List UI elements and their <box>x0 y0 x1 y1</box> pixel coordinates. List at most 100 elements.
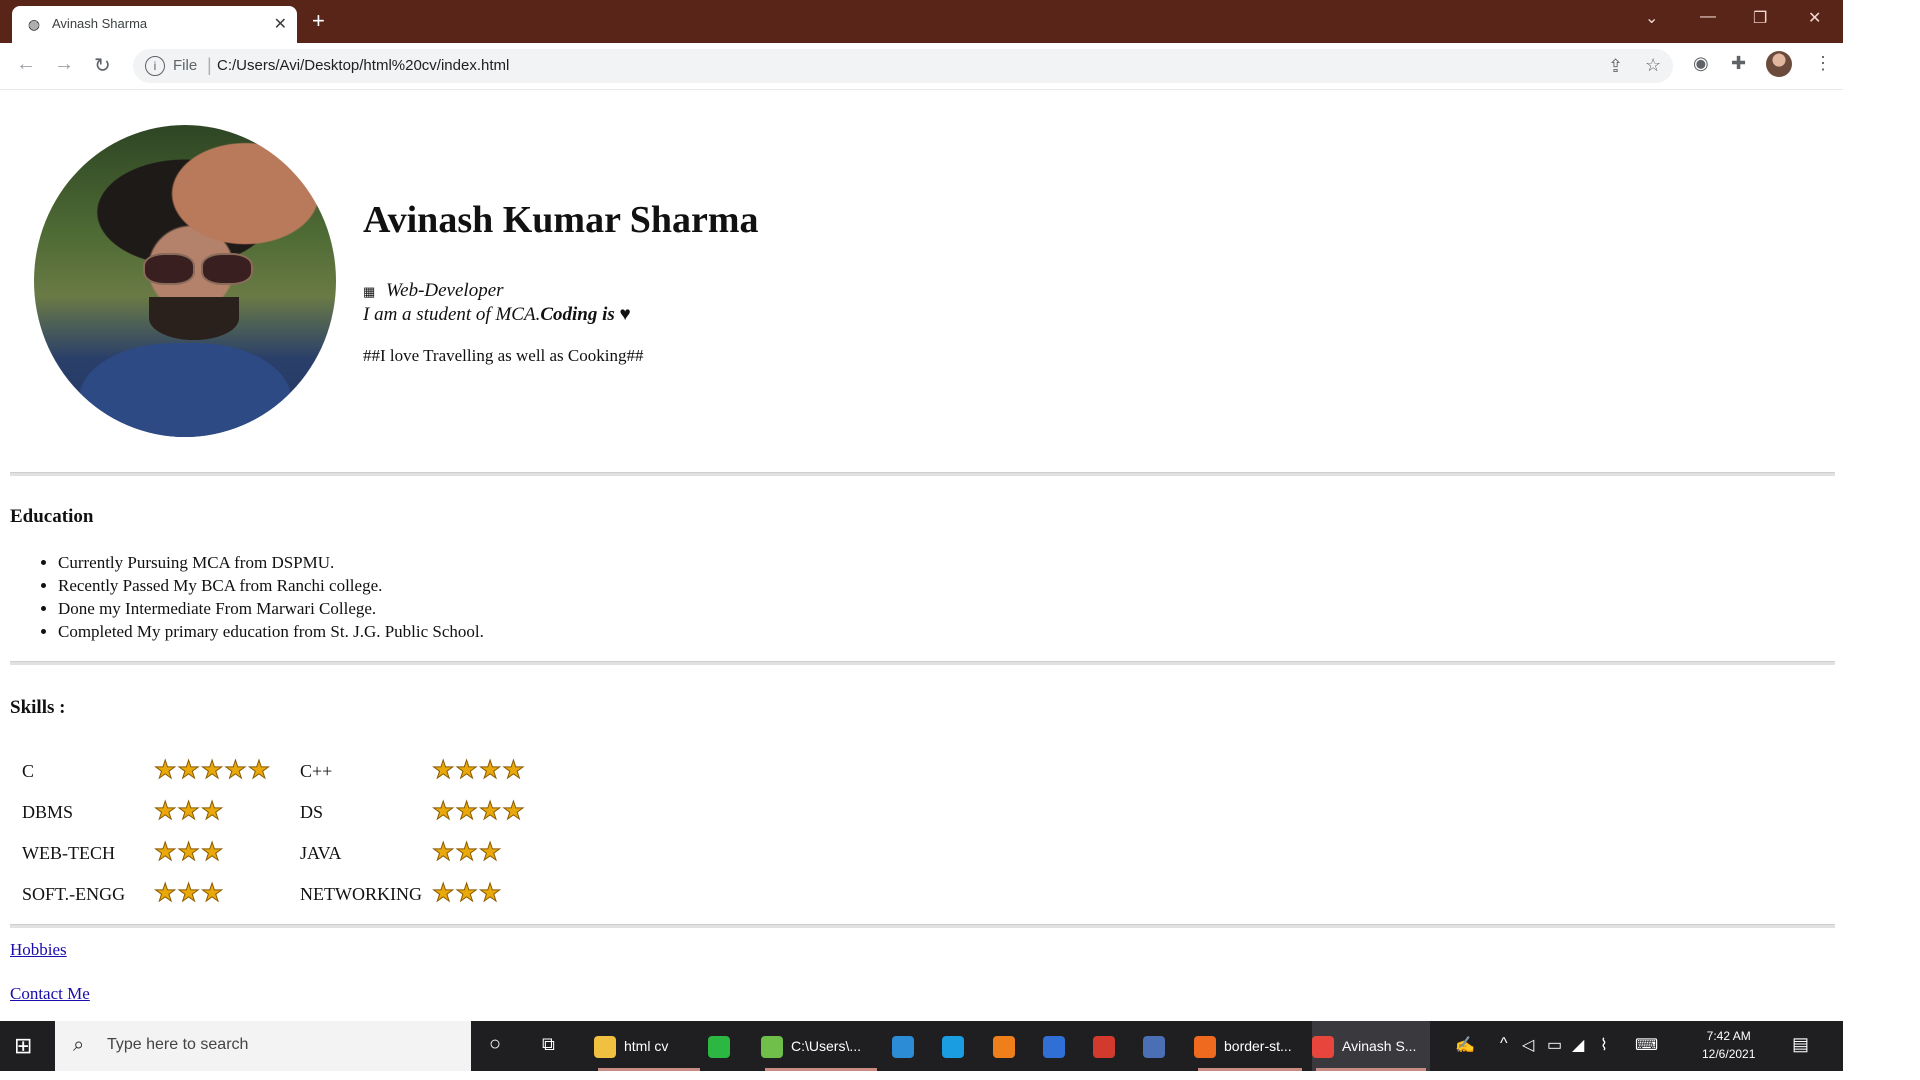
minimize-button[interactable]: — <box>1700 8 1716 26</box>
notification-icon[interactable]: ▤ <box>1792 1034 1809 1055</box>
url-separator: | <box>207 55 212 75</box>
hobbies-link[interactable]: Hobbies <box>10 940 67 960</box>
education-list: Currently Pursuing MCA from DSPMU. Recen… <box>38 551 484 643</box>
close-window-button[interactable]: ✕ <box>1808 8 1821 28</box>
star-icon[interactable]: ☆ <box>1645 55 1661 76</box>
forward-button[interactable]: → <box>54 53 74 76</box>
wifi-icon[interactable]: ⌇ <box>1600 1035 1608 1055</box>
chrome-icon <box>1312 1036 1334 1059</box>
taskbar-search[interactable]: ⌕ Type here to search <box>55 1021 471 1071</box>
task-view-icon[interactable]: ⧉ <box>542 1034 555 1055</box>
edge-icon <box>942 1036 964 1059</box>
back-button[interactable]: ← <box>16 53 36 76</box>
address-bar[interactable]: i File | C:/Users/Avi/Desktop/html%20cv/… <box>133 49 1673 83</box>
skill-name: SOFT.-ENGG <box>22 883 126 904</box>
skills-row: DBMS ★★★ DS ★★★★ <box>22 797 572 827</box>
new-tab-button[interactable]: + <box>312 8 325 34</box>
taskbar-app-vscode[interactable] <box>892 1021 932 1071</box>
pen-icon[interactable]: ✍ <box>1455 1035 1475 1055</box>
education-title: Education <box>10 506 94 527</box>
volume-icon[interactable]: ◁ <box>1522 1035 1534 1055</box>
app-icon <box>1093 1036 1115 1059</box>
skill-name: DBMS <box>22 801 74 822</box>
divider <box>10 924 1835 928</box>
network-icon[interactable]: ▭ <box>1547 1035 1562 1055</box>
restore-button[interactable]: ❐ <box>1753 8 1767 28</box>
skill-name: NETWORKING <box>300 883 422 904</box>
clock-time: 7:42 AM <box>1706 1029 1751 1043</box>
star-icon: ★ <box>478 798 502 825</box>
role-text: Web-Developer <box>386 280 504 301</box>
star-icon: ★ <box>455 880 478 907</box>
star-icon: ★ <box>177 839 200 866</box>
taskbar-app-folder[interactable]: html cv <box>594 1021 704 1071</box>
heart-icon: ♥ <box>619 304 631 325</box>
battery-icon[interactable]: ◢ <box>1572 1035 1584 1055</box>
close-tab-icon[interactable]: ✕ <box>274 14 287 34</box>
url-text[interactable]: C:/Users/Avi/Desktop/html%20cv/index.htm… <box>217 57 509 74</box>
list-item: Completed My primary education from St. … <box>58 620 484 643</box>
extension-icon[interactable]: ◉ <box>1693 53 1709 74</box>
study-prefix: I am a student of MCA. <box>363 304 541 325</box>
reload-button[interactable]: ↻ <box>94 53 111 78</box>
star-icon: ★ <box>153 880 177 907</box>
star-icon: ★ <box>431 757 455 784</box>
skill-rating: ★★★ <box>153 797 294 827</box>
star-icon: ★ <box>502 798 525 825</box>
taskbar-app-label: C:\Users\... <box>791 1038 862 1054</box>
info-icon[interactable]: i <box>145 56 165 76</box>
windows-start-icon[interactable]: ⊞ <box>14 1033 40 1059</box>
running-indicator <box>765 1068 877 1071</box>
browser-tab[interactable]: ◍ Avinash Sharma ✕ <box>12 6 297 43</box>
taskbar-app-sublime[interactable] <box>993 1021 1033 1071</box>
taskbar-app-monitor[interactable] <box>1143 1021 1183 1071</box>
skill-rating: ★★★ <box>431 879 572 909</box>
star-icon: ★ <box>177 757 200 784</box>
role-icon: ▦ <box>363 284 376 299</box>
running-indicator <box>1198 1068 1302 1071</box>
search-icon: ⌕ <box>73 1034 85 1056</box>
whatsapp-icon <box>708 1036 730 1059</box>
contact-link[interactable]: Contact Me <box>10 984 90 1004</box>
profile-avatar[interactable] <box>1766 51 1792 77</box>
puzzle-icon[interactable]: ✚ <box>1731 53 1746 74</box>
running-indicator <box>1316 1068 1426 1071</box>
tab-search-icon[interactable]: ⌄ <box>1645 8 1658 28</box>
menu-icon[interactable]: ⋮ <box>1814 53 1832 74</box>
taskbar-app-edge[interactable] <box>942 1021 982 1071</box>
star-icon: ★ <box>200 839 224 866</box>
taskbar-app-app[interactable] <box>1093 1021 1133 1071</box>
skill-rating: ★★★★ <box>431 756 572 786</box>
divider <box>10 472 1835 476</box>
system-clock[interactable]: 7:42 AM 12/6/2021 <box>1702 1027 1755 1063</box>
study-bold: Coding is <box>540 304 615 325</box>
taskbar-app-store[interactable] <box>1043 1021 1083 1071</box>
skill-name: WEB-TECH <box>22 842 115 863</box>
star-icon: ★ <box>200 757 224 784</box>
profile-study: I am a student of MCA.Coding is ♥ <box>363 304 631 326</box>
star-icon: ★ <box>200 880 224 907</box>
taskbar-app-whatsapp[interactable] <box>708 1021 748 1071</box>
taskbar-app-label: border-st... <box>1224 1038 1292 1054</box>
browser-toolbar: ← → ↻ i File | C:/Users/Avi/Desktop/html… <box>0 43 1843 90</box>
taskbar: ⊞ ⌕ Type here to search ○ ⧉ html cv C:\Us… <box>0 1021 1843 1071</box>
taskbar-app-notepad[interactable]: C:\Users\... <box>761 1021 881 1071</box>
page-content: Avinash Kumar Sharma ▦ Web-Developer I a… <box>0 90 1843 1020</box>
star-icon: ★ <box>153 798 177 825</box>
star-icon: ★ <box>431 839 455 866</box>
share-icon[interactable]: ⇪ <box>1608 56 1623 77</box>
star-icon: ★ <box>478 757 502 784</box>
chevron-up-icon[interactable]: ^ <box>1500 1035 1508 1053</box>
taskbar-app-chrome[interactable]: Avinash S... <box>1312 1021 1430 1071</box>
skill-rating: ★★★ <box>153 838 294 868</box>
taskbar-app-firefox[interactable]: border-st... <box>1194 1021 1306 1071</box>
keyboard-icon[interactable]: ⌨ <box>1635 1035 1658 1055</box>
list-item: Currently Pursuing MCA from DSPMU. <box>58 551 484 574</box>
skill-rating: ★★★★★ <box>153 756 294 786</box>
cortana-icon[interactable]: ○ <box>489 1033 501 1056</box>
skill-name: C <box>22 760 35 781</box>
skill-name: JAVA <box>300 842 342 863</box>
skills-row: SOFT.-ENGG ★★★ NETWORKING ★★★ <box>22 879 572 909</box>
search-placeholder: Type here to search <box>107 1036 249 1053</box>
clock-date: 12/6/2021 <box>1702 1047 1756 1061</box>
